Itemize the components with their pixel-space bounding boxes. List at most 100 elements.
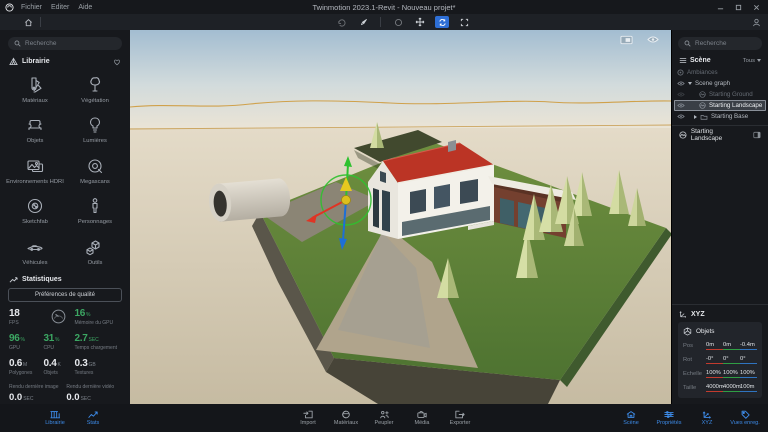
- library-item-label: Lumières: [83, 138, 107, 145]
- rot-y-field[interactable]: 0°: [723, 356, 740, 364]
- dock-media[interactable]: Média: [403, 410, 441, 426]
- size-x-field[interactable]: 4000m: [706, 384, 724, 392]
- library-search-input[interactable]: [25, 40, 116, 47]
- dock-exporter[interactable]: Exporter: [441, 410, 479, 426]
- dock-label: Matériaux: [333, 420, 359, 427]
- user-account-icon[interactable]: [752, 18, 761, 27]
- library-item-sketchfab[interactable]: Sketchfab: [5, 190, 65, 230]
- move-tool-icon[interactable]: [413, 16, 427, 28]
- scene-filter-dropdown[interactable]: Tous: [743, 58, 761, 64]
- dock-label: XYZ: [701, 420, 713, 427]
- library-item-materiaux[interactable]: Matériaux: [5, 69, 65, 109]
- dock-scene[interactable]: Scène: [612, 410, 650, 427]
- rocket-icon[interactable]: [356, 16, 370, 28]
- lights-bulb-icon: [90, 117, 100, 133]
- selected-item-row[interactable]: Starting Landscape: [672, 128, 768, 142]
- xyz-axes-icon: [702, 411, 711, 419]
- eye-icon[interactable]: [677, 114, 685, 119]
- menu-editer[interactable]: Editer: [51, 4, 69, 11]
- eye-visibility-icon[interactable]: [647, 35, 659, 45]
- scale-x-field[interactable]: 100%: [706, 370, 723, 378]
- sketchfab-icon: [27, 199, 43, 214]
- tree-item-starting-base[interactable]: Starting Base: [672, 111, 768, 122]
- library-title: Librairie: [22, 58, 50, 65]
- dock-import[interactable]: Import: [289, 410, 327, 427]
- home-icon[interactable]: [24, 18, 33, 27]
- menu-aide[interactable]: Aide: [78, 4, 92, 11]
- pos-z-field[interactable]: -0.4m: [740, 342, 757, 350]
- library-item-megascans[interactable]: Megascans: [65, 150, 125, 190]
- menu-fichier[interactable]: Fichier: [21, 4, 42, 11]
- tree-item-starting-landscape[interactable]: Starting Landscape: [674, 100, 766, 111]
- library-item-label: Objets: [26, 138, 44, 145]
- size-z-field[interactable]: 100m: [740, 384, 757, 392]
- scale-z-field[interactable]: 100%: [740, 370, 757, 378]
- tunnel: [209, 178, 291, 222]
- tree-item-starting-ground[interactable]: Starting Ground: [672, 89, 768, 100]
- scene-search-input[interactable]: [695, 40, 756, 47]
- panel-toggle-icon[interactable]: [753, 131, 761, 139]
- stats-metrics: 18 FPS 16% Mémoire du GPU 96% GPU 31% CP…: [0, 307, 130, 376]
- scale-y-field[interactable]: 100%: [723, 370, 740, 378]
- dock-xyz[interactable]: XYZ: [688, 410, 726, 427]
- screen-mode-icon[interactable]: [620, 35, 633, 45]
- tree-item-scene-graph[interactable]: Scene graph: [672, 78, 768, 89]
- favorites-heart-icon[interactable]: [113, 58, 121, 66]
- library-item-objets[interactable]: Objets: [5, 109, 65, 149]
- materials-icon: [31, 77, 42, 93]
- dock-proprietes[interactable]: Propriétés: [650, 410, 688, 426]
- hamburger-icon[interactable]: [679, 57, 687, 64]
- library-search[interactable]: [8, 37, 122, 50]
- dock-peupler[interactable]: Peupler: [365, 410, 403, 426]
- dock-materiaux[interactable]: Matériaux: [327, 410, 365, 427]
- library-item-outils[interactable]: Outils: [65, 231, 125, 271]
- eye-icon[interactable]: [677, 92, 685, 97]
- library-item-vegetation[interactable]: Végétation: [65, 69, 125, 109]
- dock-stats[interactable]: Stats: [74, 410, 112, 427]
- stats-section-header: Statistiques: [0, 271, 130, 286]
- size-y-field[interactable]: 4000m: [723, 384, 741, 392]
- maximize-button[interactable]: [735, 4, 742, 11]
- wing-glass-1: [500, 198, 514, 226]
- rot-x-field[interactable]: -0°: [706, 356, 723, 364]
- rot-z-field[interactable]: 0°: [740, 356, 757, 364]
- library-item-personnages[interactable]: Personnages: [65, 190, 125, 230]
- close-button[interactable]: [753, 4, 760, 11]
- right-sidebar: Scène Tous Ambiances Scene graph Startin…: [672, 30, 768, 404]
- dock-label: Stats: [86, 420, 100, 427]
- pos-y-field[interactable]: 0m: [723, 342, 740, 350]
- expander-right-icon[interactable]: [694, 114, 697, 119]
- sync-tool-button[interactable]: [435, 16, 449, 28]
- dock-librairie[interactable]: Librairie: [36, 410, 74, 426]
- library-item-vehicules[interactable]: Véhicules: [5, 231, 65, 271]
- pos-x-field[interactable]: 0m: [706, 342, 723, 350]
- house-window-2: [434, 184, 450, 209]
- record-circle-icon[interactable]: [391, 16, 405, 28]
- minimize-button[interactable]: [717, 4, 724, 11]
- tree-item-ambiances[interactable]: Ambiances: [672, 67, 768, 78]
- eye-icon[interactable]: [677, 103, 685, 108]
- library-item-environnements-hdri[interactable]: Environnements HDRI: [5, 150, 65, 190]
- dock-label: Import: [300, 420, 316, 427]
- fullscreen-icon[interactable]: [457, 16, 471, 28]
- properties-sliders-icon: [664, 410, 674, 418]
- dock-vues-enregistrees[interactable]: Vues enreg.: [726, 410, 764, 426]
- saved-views-icon: [741, 410, 750, 419]
- ambiance-icon: [677, 69, 684, 76]
- expander-down-icon[interactable]: [688, 82, 692, 85]
- scene-search[interactable]: [678, 37, 762, 50]
- viewport-3d[interactable]: [130, 30, 672, 404]
- xyz-title: XYZ: [691, 310, 705, 318]
- left-sidebar: Librairie Matériaux Végétation Objets Lu…: [0, 30, 130, 404]
- dock-label: Scène: [623, 420, 639, 427]
- render-last-image: Rendu dernière image 0.0 SEC: [9, 383, 59, 403]
- house-gable-window-2: [382, 190, 390, 232]
- library-item-label: Végétation: [81, 98, 109, 104]
- library-item-lumieres[interactable]: Lumières: [65, 109, 125, 149]
- undo-icon[interactable]: [334, 16, 348, 28]
- eye-icon[interactable]: [677, 81, 685, 86]
- dock-left-group: Librairie Stats: [36, 410, 112, 427]
- quality-preferences-button[interactable]: Préférences de qualité: [8, 287, 122, 302]
- materials-sphere-icon: [342, 410, 350, 419]
- xyz-card: Objets Pos 0m 0m -0.4m Rot -0° 0° 0° Ech…: [678, 322, 762, 398]
